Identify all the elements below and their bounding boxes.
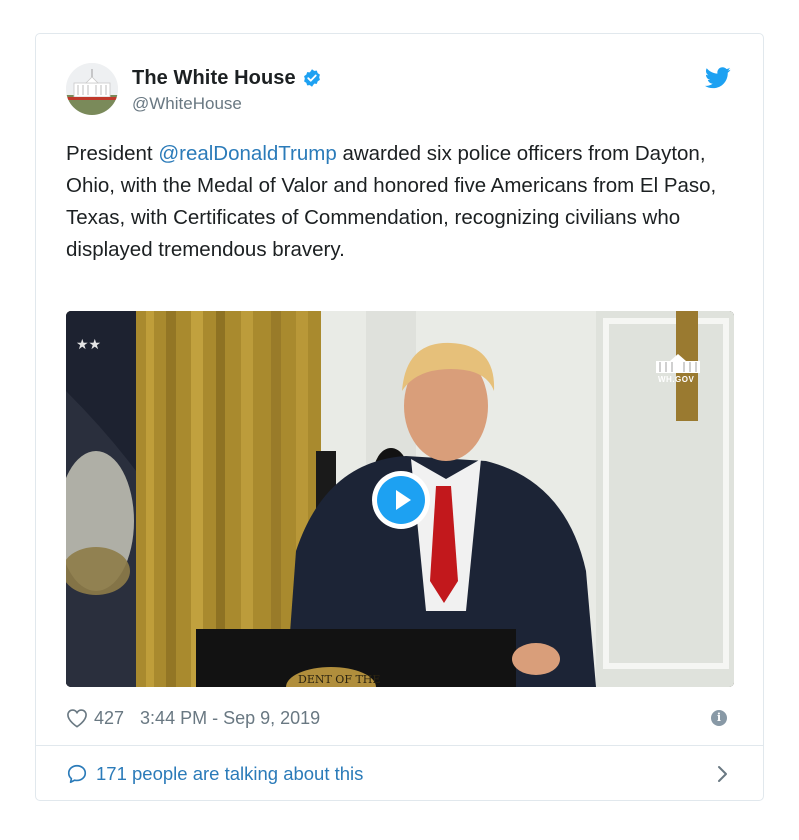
play-button[interactable]: [372, 471, 430, 529]
tweet-header: The White House @WhiteHouse: [66, 63, 733, 121]
twitter-bird-icon[interactable]: [705, 67, 731, 89]
tweet-card: The White House @WhiteHouse President @r…: [35, 33, 764, 801]
comment-bubble-icon: [67, 764, 87, 784]
video-player[interactable]: DENT OF THE ★★ WH.GOV: [66, 311, 734, 687]
like-count[interactable]: 427: [94, 708, 124, 729]
svg-text:★★: ★★: [76, 336, 101, 352]
white-house-avatar-icon: [66, 63, 118, 115]
tweet-text-start: President: [66, 142, 159, 165]
verified-badge-icon: [303, 69, 320, 87]
play-icon: [377, 476, 425, 524]
heart-icon[interactable]: [66, 708, 88, 728]
tweet-text: President @realDonaldTrump awarded six p…: [66, 138, 746, 266]
tweet-meta: 427 3:44 PM - Sep 9, 2019: [66, 704, 733, 732]
handle[interactable]: @WhiteHouse: [132, 94, 322, 114]
display-name-row: The White House: [132, 66, 322, 90]
conversation-link[interactable]: 171 people are talking about this: [66, 746, 733, 802]
account-names: The White House @WhiteHouse: [132, 66, 322, 114]
mention-link[interactable]: @realDonaldTrump: [158, 142, 336, 165]
display-name[interactable]: The White House: [132, 67, 296, 90]
chevron-right-icon[interactable]: [717, 765, 729, 783]
avatar[interactable]: [66, 63, 118, 115]
talking-count[interactable]: 171 people are talking about this: [96, 763, 363, 785]
tweet-timestamp[interactable]: 3:44 PM - Sep 9, 2019: [140, 708, 320, 729]
podium-seal-text: DENT OF THE: [298, 673, 380, 686]
info-icon[interactable]: [711, 710, 727, 726]
wh-gov-watermark: WH.GOV: [658, 375, 695, 384]
